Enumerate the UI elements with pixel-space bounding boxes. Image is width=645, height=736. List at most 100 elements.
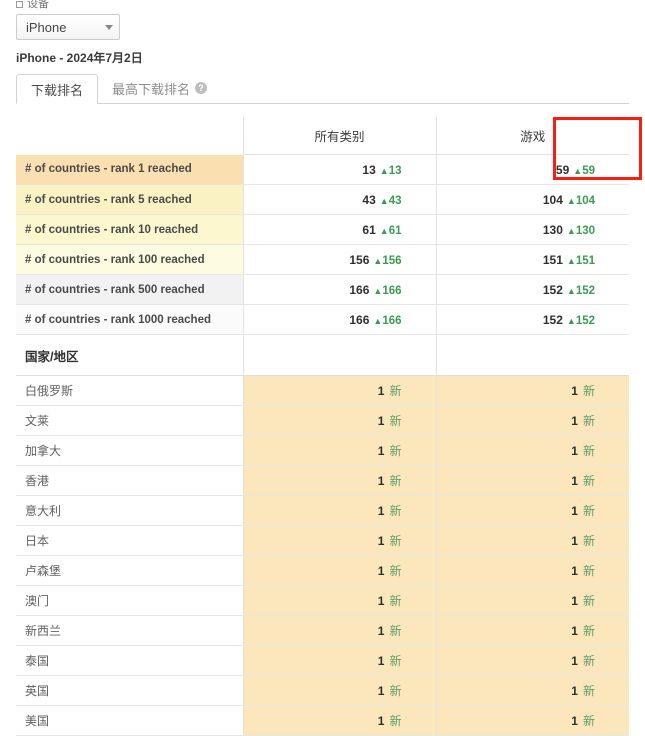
delta-value: 152 xyxy=(575,314,595,327)
value: 151 xyxy=(542,252,563,267)
country-games-value: 1新 xyxy=(435,465,629,496)
country-name: 卢森堡 xyxy=(16,555,243,586)
country-games-value: 1新 xyxy=(435,585,629,616)
triangle-up-icon: ▲ xyxy=(373,255,383,266)
table-header-games: 游戏 xyxy=(435,117,629,155)
value: 1 xyxy=(377,564,385,578)
delta-value: 130 xyxy=(575,224,595,237)
delta-value: 13 xyxy=(388,164,402,177)
rank-row-all-value: 166 ▲166 xyxy=(242,304,436,335)
value: 1 xyxy=(571,414,578,428)
new-badge: 新 xyxy=(389,594,402,608)
delta-value: 104 xyxy=(575,194,595,207)
table-row: 美国 1新 1新 xyxy=(16,705,629,736)
delta-up: ▲152 xyxy=(567,315,595,327)
country-all-value: 1新 xyxy=(242,615,436,646)
country-games-value: 1新 xyxy=(435,705,629,736)
tab-top-download-rank[interactable]: 最高下载排名 ? xyxy=(98,73,221,103)
country-games-value: 1新 xyxy=(435,375,629,406)
country-all-value: 1新 xyxy=(242,465,436,496)
country-games-value: 1新 xyxy=(435,615,629,646)
delta-value: 152 xyxy=(575,284,595,297)
country-all-value: 1新 xyxy=(242,675,436,706)
country-name: 泰国 xyxy=(16,645,243,676)
delta-up: ▲13 xyxy=(380,165,402,177)
country-all-value: 1新 xyxy=(242,645,436,676)
ranking-table: 所有类别 游戏 # of countries - rank 1 reached … xyxy=(16,117,629,736)
country-section-header-row: 国家/地区 xyxy=(16,334,629,376)
delta-up: ▲151 xyxy=(567,255,595,267)
country-section-header-all-blank xyxy=(242,334,436,376)
value: 104 xyxy=(542,192,563,207)
value: 61 xyxy=(362,222,376,237)
table-header-all-categories: 所有类别 xyxy=(242,117,436,155)
table-row: 文莱 1新 1新 xyxy=(16,405,629,436)
delta-up: ▲156 xyxy=(373,255,401,267)
tab-download-rank[interactable]: 下载排名 xyxy=(16,74,99,104)
delta-up: ▲166 xyxy=(373,285,401,297)
delta-up: ▲59 xyxy=(573,165,595,177)
country-games-value: 1新 xyxy=(435,645,629,676)
value: 1 xyxy=(377,654,385,668)
value: 1 xyxy=(377,444,385,458)
new-badge: 新 xyxy=(582,624,595,638)
rank-row-games-value: 151 ▲151 xyxy=(435,244,629,275)
value: 1 xyxy=(377,594,385,608)
country-games-value: 1新 xyxy=(435,405,629,436)
new-badge: 新 xyxy=(582,414,595,428)
value: 1 xyxy=(571,684,578,698)
country-games-value: 1新 xyxy=(435,495,629,526)
country-all-value: 1新 xyxy=(242,585,436,616)
new-badge: 新 xyxy=(582,504,595,518)
chevron-down-icon xyxy=(105,24,113,30)
delta-up: ▲130 xyxy=(567,225,595,237)
rank-row-all-value: 156 ▲156 xyxy=(242,244,436,275)
rank-row-games-value: 152 ▲152 xyxy=(435,304,629,335)
country-name: 新西兰 xyxy=(16,615,243,646)
new-badge: 新 xyxy=(582,594,595,608)
value: 1 xyxy=(571,714,578,728)
value: 13 xyxy=(362,162,376,177)
value: 1 xyxy=(377,474,385,488)
country-games-value: 1新 xyxy=(435,435,629,466)
value: 1 xyxy=(571,564,578,578)
value: 1 xyxy=(377,414,385,428)
value: 166 xyxy=(349,282,370,297)
delta-value: 43 xyxy=(388,194,402,207)
value: 1 xyxy=(571,384,578,398)
country-name: 意大利 xyxy=(16,495,243,526)
value: 1 xyxy=(377,624,385,638)
rank-row-games-value: 59 ▲59 xyxy=(435,154,629,185)
table-row: # of countries - rank 500 reached 166 ▲16… xyxy=(16,274,629,305)
triangle-up-icon: ▲ xyxy=(379,195,389,206)
value: 156 xyxy=(349,252,370,267)
value: 1 xyxy=(571,624,578,638)
device-filter-label: 设备 xyxy=(16,0,120,11)
table-row: 澳门 1新 1新 xyxy=(16,585,629,616)
value: 1 xyxy=(571,504,578,518)
triangle-up-icon: ▲ xyxy=(373,285,383,296)
device-select[interactable]: iPhone xyxy=(16,14,120,40)
table-header-blank xyxy=(16,117,243,155)
value: 1 xyxy=(571,444,578,458)
delta-value: 156 xyxy=(382,254,402,267)
rank-row-label: # of countries - rank 1000 reached xyxy=(16,304,243,335)
country-name: 白俄罗斯 xyxy=(16,375,243,406)
table-row: 加拿大 1新 1新 xyxy=(16,435,629,466)
help-circle-icon[interactable]: ? xyxy=(195,82,208,94)
country-name: 日本 xyxy=(16,525,243,556)
delta-up: ▲43 xyxy=(380,195,402,207)
new-badge: 新 xyxy=(582,714,595,728)
new-badge: 新 xyxy=(389,534,402,548)
new-badge: 新 xyxy=(582,474,595,488)
country-section-header: 国家/地区 xyxy=(16,334,243,376)
new-badge: 新 xyxy=(389,474,402,488)
delta-up: ▲152 xyxy=(567,285,595,297)
tab-bar: 下载排名 最高下载排名 ? xyxy=(16,74,629,104)
delta-up: ▲61 xyxy=(380,225,402,237)
new-badge: 新 xyxy=(389,504,402,518)
country-name: 文莱 xyxy=(16,405,243,436)
table-row: 意大利 1新 1新 xyxy=(16,495,629,526)
value: 1 xyxy=(377,504,385,518)
table-row: 英国 1新 1新 xyxy=(16,675,629,706)
